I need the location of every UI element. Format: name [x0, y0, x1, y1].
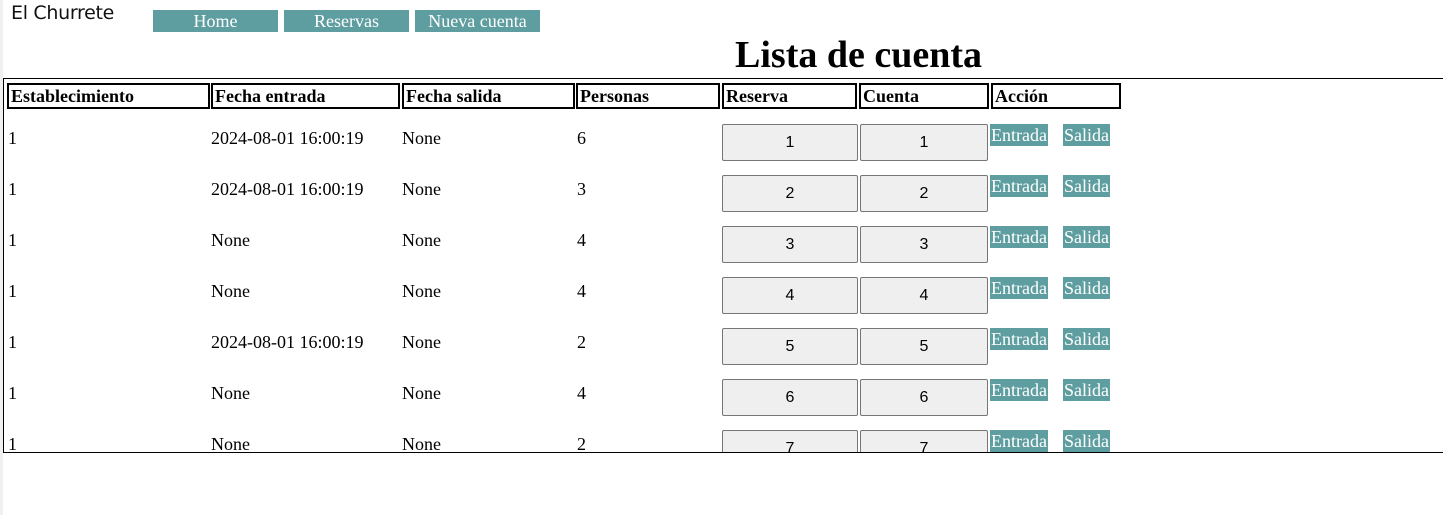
header-cuenta: Cuenta: [859, 83, 989, 109]
cell-fecha-entrada: 2024-08-01 16:00:19: [211, 332, 364, 352]
cuenta-button[interactable]: 5: [860, 328, 988, 365]
reserva-button[interactable]: 6: [722, 379, 858, 416]
cell-establecimiento: 1: [8, 230, 17, 250]
cell-fecha-entrada: 2024-08-01 16:00:19: [211, 128, 364, 148]
table-row: 1 2024-08-01 16:00:19 None 6 1 1 Entrada Salida: [4, 124, 1443, 175]
salida-link[interactable]: Salida: [1063, 175, 1110, 197]
cell-fecha-salida: None: [402, 434, 441, 453]
header-personas: Personas: [576, 83, 720, 109]
cell-fecha-salida: None: [402, 230, 441, 250]
reserva-button[interactable]: 7: [722, 430, 858, 452]
cell-personas: 2: [577, 434, 586, 453]
cell-personas: 4: [577, 281, 586, 301]
cell-establecimiento: 1: [8, 383, 17, 403]
cell-fecha-salida: None: [402, 383, 441, 403]
salida-link[interactable]: Salida: [1063, 430, 1110, 452]
cell-establecimiento: 1: [8, 281, 17, 301]
entrada-link[interactable]: Entrada: [990, 379, 1048, 401]
table-row: 1 None None 4 3 3 Entrada Salida: [4, 226, 1443, 277]
nav-home-button[interactable]: Home: [153, 10, 278, 32]
cell-fecha-entrada: None: [211, 383, 250, 403]
entrada-link[interactable]: Entrada: [990, 226, 1048, 248]
entrada-link[interactable]: Entrada: [990, 124, 1048, 146]
entrada-link[interactable]: Entrada: [990, 328, 1048, 350]
nav-reservas-button[interactable]: Reservas: [284, 10, 409, 32]
cell-personas: 3: [577, 179, 586, 199]
cell-establecimiento: 1: [8, 179, 17, 199]
top-nav: Home Reservas Nueva cuenta: [153, 10, 540, 32]
reserva-button[interactable]: 4: [722, 277, 858, 314]
header-fecha-salida: Fecha salida: [402, 83, 575, 109]
cell-personas: 2: [577, 332, 586, 352]
reserva-button[interactable]: 3: [722, 226, 858, 263]
cell-fecha-salida: None: [402, 179, 441, 199]
cell-establecimiento: 1: [8, 434, 17, 453]
reserva-button[interactable]: 5: [722, 328, 858, 365]
reserva-button[interactable]: 1: [722, 124, 858, 161]
accounts-table: Establecimiento Fecha entrada Fecha sali…: [3, 78, 1443, 453]
brand-logo: El Churrete: [11, 2, 115, 24]
cell-fecha-salida: None: [402, 281, 441, 301]
table-row: 1 None None 2 7 7 Entrada Salida: [4, 430, 1443, 453]
cuenta-button[interactable]: 4: [860, 277, 988, 314]
table-row: 1 None None 4 6 6 Entrada Salida: [4, 379, 1443, 430]
cuenta-button[interactable]: 3: [860, 226, 988, 263]
entrada-link[interactable]: Entrada: [990, 430, 1048, 452]
table-row: 1 None None 4 4 4 Entrada Salida: [4, 277, 1443, 328]
header-reserva: Reserva: [722, 83, 857, 109]
salida-link[interactable]: Salida: [1063, 124, 1110, 146]
cuenta-button[interactable]: 1: [860, 124, 988, 161]
cell-fecha-entrada: None: [211, 281, 250, 301]
cuenta-button[interactable]: 2: [860, 175, 988, 212]
header-establecimiento: Establecimiento: [7, 83, 210, 109]
salida-link[interactable]: Salida: [1063, 226, 1110, 248]
reserva-button[interactable]: 2: [722, 175, 858, 212]
cell-personas: 6: [577, 128, 586, 148]
header-fecha-entrada: Fecha entrada: [211, 83, 400, 109]
cell-personas: 4: [577, 383, 586, 403]
cell-establecimiento: 1: [8, 128, 17, 148]
salida-link[interactable]: Salida: [1063, 328, 1110, 350]
cuenta-button[interactable]: 6: [860, 379, 988, 416]
cell-establecimiento: 1: [8, 332, 17, 352]
page-title: Lista de cuenta: [735, 34, 982, 76]
salida-link[interactable]: Salida: [1063, 379, 1110, 401]
cell-personas: 4: [577, 230, 586, 250]
cell-fecha-entrada: None: [211, 230, 250, 250]
entrada-link[interactable]: Entrada: [990, 175, 1048, 197]
cell-fecha-salida: None: [402, 332, 441, 352]
entrada-link[interactable]: Entrada: [990, 277, 1048, 299]
cell-fecha-entrada: 2024-08-01 16:00:19: [211, 179, 364, 199]
header-accion: Acción: [991, 83, 1121, 109]
table-row: 1 2024-08-01 16:00:19 None 3 2 2 Entrada Salida: [4, 175, 1443, 226]
salida-link[interactable]: Salida: [1063, 277, 1110, 299]
cell-fecha-entrada: None: [211, 434, 250, 453]
cuenta-button[interactable]: 7: [860, 430, 988, 452]
nav-nueva-cuenta-button[interactable]: Nueva cuenta: [415, 10, 540, 32]
table-row: 1 2024-08-01 16:00:19 None 2 5 5 Entrada Salida: [4, 328, 1443, 379]
cell-fecha-salida: None: [402, 128, 441, 148]
